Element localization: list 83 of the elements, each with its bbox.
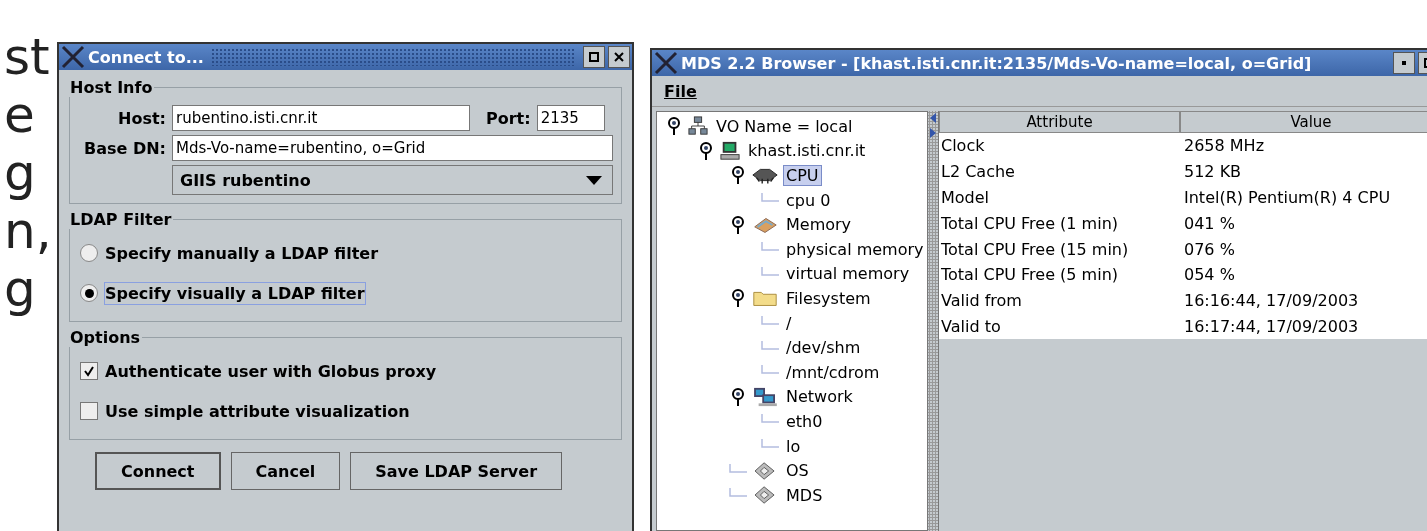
- tree-item[interactable]: CPU: [783, 165, 822, 186]
- table-cell-text: 076 %: [1183, 239, 1236, 259]
- tree-item[interactable]: eth0: [783, 410, 826, 432]
- expand-handle-icon[interactable]: [667, 116, 681, 137]
- group-legend: Host Info: [68, 78, 155, 97]
- table-cell-text: Valid to: [940, 316, 1002, 336]
- computer-icon: [719, 140, 741, 161]
- column-header[interactable]: Value: [1180, 111, 1427, 133]
- window-title: MDS 2.2 Browser - [khast.isti.cnr.it:2135/Mds-Vo-name=local, o=Grid]: [681, 53, 1313, 73]
- tree-item[interactable]: physical memory: [783, 238, 927, 260]
- table-cell-text: 512 KB: [1183, 162, 1243, 182]
- tree-item[interactable]: /: [783, 312, 795, 334]
- checkbox-label[interactable]: Authenticate user with Globus proxy: [104, 359, 438, 383]
- tree-item[interactable]: OS: [783, 460, 812, 482]
- tree-item[interactable]: lo: [783, 435, 804, 457]
- table-cell-text: 041 %: [1183, 213, 1236, 233]
- tree-item[interactable]: /dev/shm: [783, 337, 864, 359]
- tree-item[interactable]: Network: [783, 386, 856, 408]
- radio-button[interactable]: [80, 244, 98, 262]
- dialog-button[interactable]: Connect: [95, 452, 221, 490]
- tree-item[interactable]: Memory: [783, 214, 855, 236]
- body-text-fragment: g: [3, 144, 37, 202]
- tree-item[interactable]: Filesystem: [783, 287, 874, 309]
- menu-item[interactable]: File: [664, 81, 697, 101]
- tree-item[interactable]: MDS: [783, 484, 826, 506]
- host-field[interactable]: rubentino.isti.cnr.it: [172, 105, 470, 131]
- radio-label[interactable]: Specify manually a LDAP filter: [104, 241, 380, 265]
- body-text-fragment: st: [3, 28, 51, 86]
- tree-item[interactable]: virtual memory: [783, 263, 913, 285]
- body-text-fragment: e: [3, 86, 36, 144]
- minimize-icon: [1399, 58, 1409, 68]
- table-cell-text: Total CPU Free (1 min): [940, 213, 1120, 233]
- table-cell-text: Intel(R) Pentium(R) 4 CPU: [1183, 188, 1392, 207]
- collapse-arrows-icon[interactable]: [929, 111, 937, 141]
- checkbox[interactable]: [80, 402, 98, 420]
- tree-item[interactable]: cpu 0: [783, 189, 834, 211]
- close-button[interactable]: [608, 46, 630, 68]
- x-logo-icon: [654, 51, 678, 75]
- expand-handle-icon[interactable]: [731, 386, 745, 407]
- expand-handle-icon[interactable]: [731, 165, 745, 186]
- body-text-fragment: n,: [3, 202, 53, 260]
- checkmark-icon: [83, 365, 95, 377]
- port-label: Port:: [486, 108, 531, 128]
- table-cell-text: Model: [940, 188, 991, 207]
- close-icon: [614, 52, 624, 62]
- window-title: Connect to...: [88, 47, 204, 67]
- tree-item[interactable]: khast.isti.cnr.it: [745, 140, 869, 162]
- expand-handle-icon[interactable]: [699, 140, 713, 161]
- table-cell-text: 16:16:44, 17/09/2003: [1183, 291, 1360, 311]
- radio-button[interactable]: [80, 284, 98, 302]
- dialog-button[interactable]: Save LDAP Server: [350, 452, 562, 490]
- table-cell-text: 054 %: [1183, 265, 1236, 285]
- base-dn-label: Base DN:: [83, 138, 166, 158]
- group-legend: LDAP Filter: [68, 210, 174, 229]
- host-label: Host:: [117, 108, 166, 128]
- tree-item[interactable]: VO Name = local: [713, 115, 856, 137]
- table-cell-text: Clock: [940, 136, 986, 156]
- giis-dropdown[interactable]: GIIS rubentino: [172, 165, 613, 195]
- base-dn-field[interactable]: Mds-Vo-name=rubentino, o=Grid: [172, 135, 613, 161]
- table-cell-text: L2 Cache: [940, 162, 1016, 182]
- table-cell-text: Valid from: [940, 291, 1023, 311]
- tree-item[interactable]: /mnt/cdrom: [783, 361, 883, 383]
- table-cell-text: 2658 MHz: [1183, 136, 1266, 156]
- table-cell-text: Total CPU Free (5 min): [940, 265, 1120, 285]
- port-field[interactable]: 2135: [536, 105, 605, 131]
- expand-handle-icon[interactable]: [731, 288, 745, 309]
- expand-handle-icon[interactable]: [731, 214, 745, 235]
- checkbox[interactable]: [80, 362, 98, 380]
- dropdown-arrow-icon: [586, 175, 602, 185]
- minimize-button[interactable]: [1393, 52, 1415, 74]
- group-legend: Options: [68, 328, 143, 347]
- radio-label[interactable]: Specify visually a LDAP filter: [104, 281, 366, 305]
- maximize-button[interactable]: [583, 46, 605, 68]
- maximize-icon: [589, 52, 599, 62]
- computers-icon: [751, 386, 779, 407]
- table-cell-text: 16:17:44, 17/09/2003: [1183, 316, 1360, 336]
- checkbox-label[interactable]: Use simple attribute visualization: [104, 399, 411, 423]
- table-cell-text: Total CPU Free (15 min): [940, 239, 1130, 259]
- x-logo-icon: [61, 45, 85, 69]
- column-header[interactable]: Attribute: [939, 111, 1180, 133]
- dialog-button[interactable]: Cancel: [230, 452, 341, 490]
- network-icon: [687, 116, 709, 137]
- body-text-fragment: g: [3, 260, 37, 318]
